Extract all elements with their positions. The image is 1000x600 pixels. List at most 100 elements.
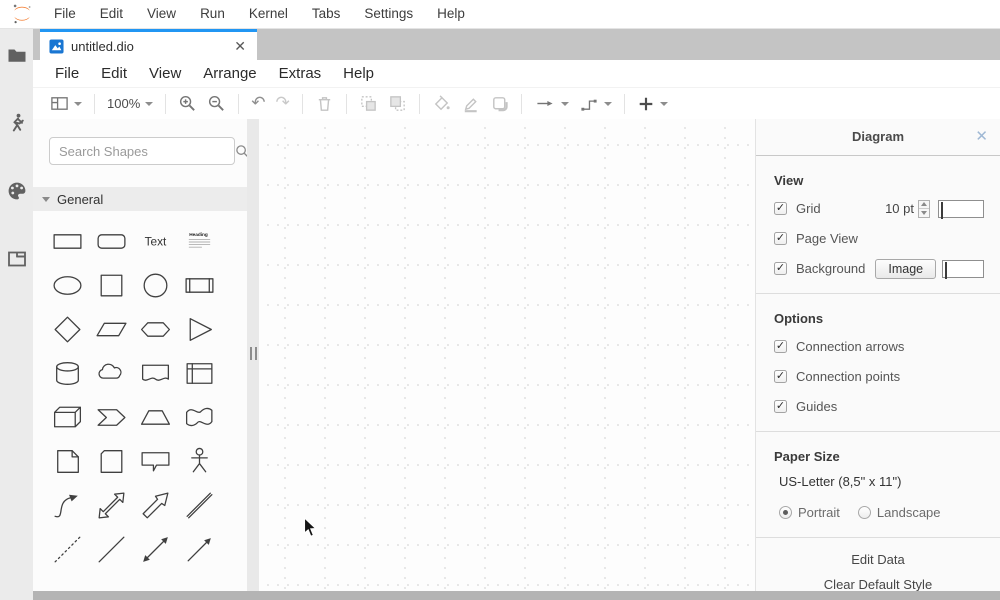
shape-diamond[interactable] (45, 307, 89, 351)
paper-size-section: Paper Size US-Letter (8,5" x 11") Portra… (756, 432, 1000, 538)
shape-textbox[interactable]: Heading (177, 219, 221, 263)
jp-menu-tabs[interactable]: Tabs (300, 0, 353, 28)
chevron-down-icon (42, 197, 50, 202)
paper-size-select[interactable]: US-Letter (8,5" x 11") (779, 474, 984, 489)
redo-button[interactable]: ↷ (271, 91, 295, 117)
connection-points-checkbox[interactable] (774, 370, 787, 383)
panel-collapse-handle[interactable] (250, 347, 257, 360)
shape-circle[interactable] (133, 263, 177, 307)
dio-menu-file[interactable]: File (44, 60, 90, 87)
running-sessions-icon[interactable] (6, 112, 28, 134)
jp-menu-run[interactable]: Run (188, 0, 237, 28)
shape-trapezoid[interactable] (133, 395, 177, 439)
zoom-in-button[interactable] (173, 91, 202, 117)
delete-button[interactable] (310, 91, 339, 117)
dio-menu-help[interactable]: Help (332, 60, 385, 87)
connection-arrows-checkbox[interactable] (774, 340, 787, 353)
edit-data-link[interactable]: Edit Data (756, 552, 1000, 567)
grid-color-swatch[interactable] (938, 200, 984, 218)
dio-menu-arrange[interactable]: Arrange (192, 60, 267, 87)
paper-size-heading: Paper Size (774, 449, 984, 464)
page-view-button[interactable] (45, 91, 87, 117)
shape-link[interactable] (177, 483, 221, 527)
shape-ellipse[interactable] (45, 263, 89, 307)
jp-menu-help[interactable]: Help (425, 0, 477, 28)
shape-cube[interactable] (45, 395, 89, 439)
undo-button[interactable]: ↶ (246, 91, 270, 117)
shape-callout[interactable] (133, 439, 177, 483)
shape-cloud[interactable] (89, 351, 133, 395)
shape-rounded-rectangle[interactable] (89, 219, 133, 263)
shape-line[interactable] (89, 527, 133, 571)
grid-row: Grid 10 pt (774, 199, 984, 218)
shape-square[interactable] (89, 263, 133, 307)
jp-menu-settings[interactable]: Settings (352, 0, 425, 28)
line-color-button[interactable] (456, 91, 485, 117)
jupyter-logo-icon[interactable] (10, 3, 34, 25)
to-front-button[interactable] (354, 91, 383, 117)
shape-process[interactable] (177, 263, 221, 307)
guides-row: Guides (774, 397, 984, 416)
shape-step[interactable] (89, 395, 133, 439)
jp-menu-view[interactable]: View (135, 0, 188, 28)
shape-bidirectional-arrow[interactable] (89, 483, 133, 527)
insert-button[interactable] (632, 91, 673, 117)
shape-document[interactable] (133, 351, 177, 395)
shape-actor[interactable] (177, 439, 221, 483)
dio-menu-extras[interactable]: Extras (268, 60, 333, 87)
jp-menu-edit[interactable]: Edit (88, 0, 135, 28)
shape-text[interactable]: Text (133, 219, 177, 263)
shape-card[interactable] (89, 439, 133, 483)
shape-parallelogram[interactable] (89, 307, 133, 351)
tab-untitled-dio[interactable]: untitled.dio ✕ (40, 29, 257, 60)
open-tabs-icon[interactable] (6, 248, 28, 270)
jupyter-menu-bar: File Edit View Run Kernel Tabs Settings … (0, 0, 1000, 29)
jp-menu-file[interactable]: File (42, 0, 88, 28)
grid-size-value[interactable]: 10 pt (885, 201, 914, 216)
guides-checkbox[interactable] (774, 400, 787, 413)
shape-rectangle[interactable] (45, 219, 89, 263)
drawio-body: General Text Heading Diagram ✕ (33, 119, 1000, 591)
background-color-swatch[interactable] (942, 260, 984, 278)
jp-menu-kernel[interactable]: Kernel (237, 0, 300, 28)
dio-menu-view[interactable]: View (138, 60, 192, 87)
zoom-out-button[interactable] (202, 91, 231, 117)
grid-checkbox[interactable] (774, 202, 787, 215)
panel-close-icon[interactable]: ✕ (975, 119, 988, 155)
command-palette-icon[interactable] (6, 180, 28, 202)
background-image-button[interactable]: Image (875, 259, 936, 279)
shape-arrow[interactable] (133, 483, 177, 527)
landscape-radio[interactable] (858, 506, 871, 519)
shape-tape[interactable] (177, 395, 221, 439)
shape-search-input[interactable] (50, 144, 235, 159)
format-panel-header: Diagram ✕ (756, 119, 1000, 156)
zoom-select[interactable]: 100% (102, 91, 158, 117)
shape-curve[interactable] (45, 483, 89, 527)
shape-directional-connector[interactable] (177, 527, 221, 571)
svg-text:Text: Text (144, 234, 166, 248)
grid-size-stepper[interactable] (918, 200, 930, 218)
shape-bidirectional-connector[interactable] (133, 527, 177, 571)
shape-cylinder[interactable] (45, 351, 89, 395)
clear-default-style-link[interactable]: Clear Default Style (756, 577, 1000, 592)
shape-note[interactable] (45, 439, 89, 483)
shape-dashed-line[interactable] (45, 527, 89, 571)
tab-close-icon[interactable]: ✕ (232, 38, 248, 55)
file-browser-icon[interactable] (6, 44, 28, 66)
fill-color-button[interactable] (427, 91, 456, 117)
shape-internal-storage[interactable] (177, 351, 221, 395)
connection-style-button[interactable] (529, 91, 574, 117)
shape-triangle[interactable] (177, 307, 221, 351)
dio-menu-edit[interactable]: Edit (90, 60, 138, 87)
shape-hexagon[interactable] (133, 307, 177, 351)
bottom-status-bar (33, 591, 1000, 600)
background-checkbox[interactable] (774, 262, 787, 275)
portrait-radio[interactable] (779, 506, 792, 519)
format-panel-title: Diagram (852, 129, 904, 144)
shape-section-general[interactable]: General (33, 187, 247, 211)
tab-title: untitled.dio (71, 39, 232, 54)
to-back-button[interactable] (383, 91, 412, 117)
page-view-checkbox[interactable] (774, 232, 787, 245)
shadow-button[interactable] (485, 91, 514, 117)
waypoint-style-button[interactable] (574, 91, 617, 117)
